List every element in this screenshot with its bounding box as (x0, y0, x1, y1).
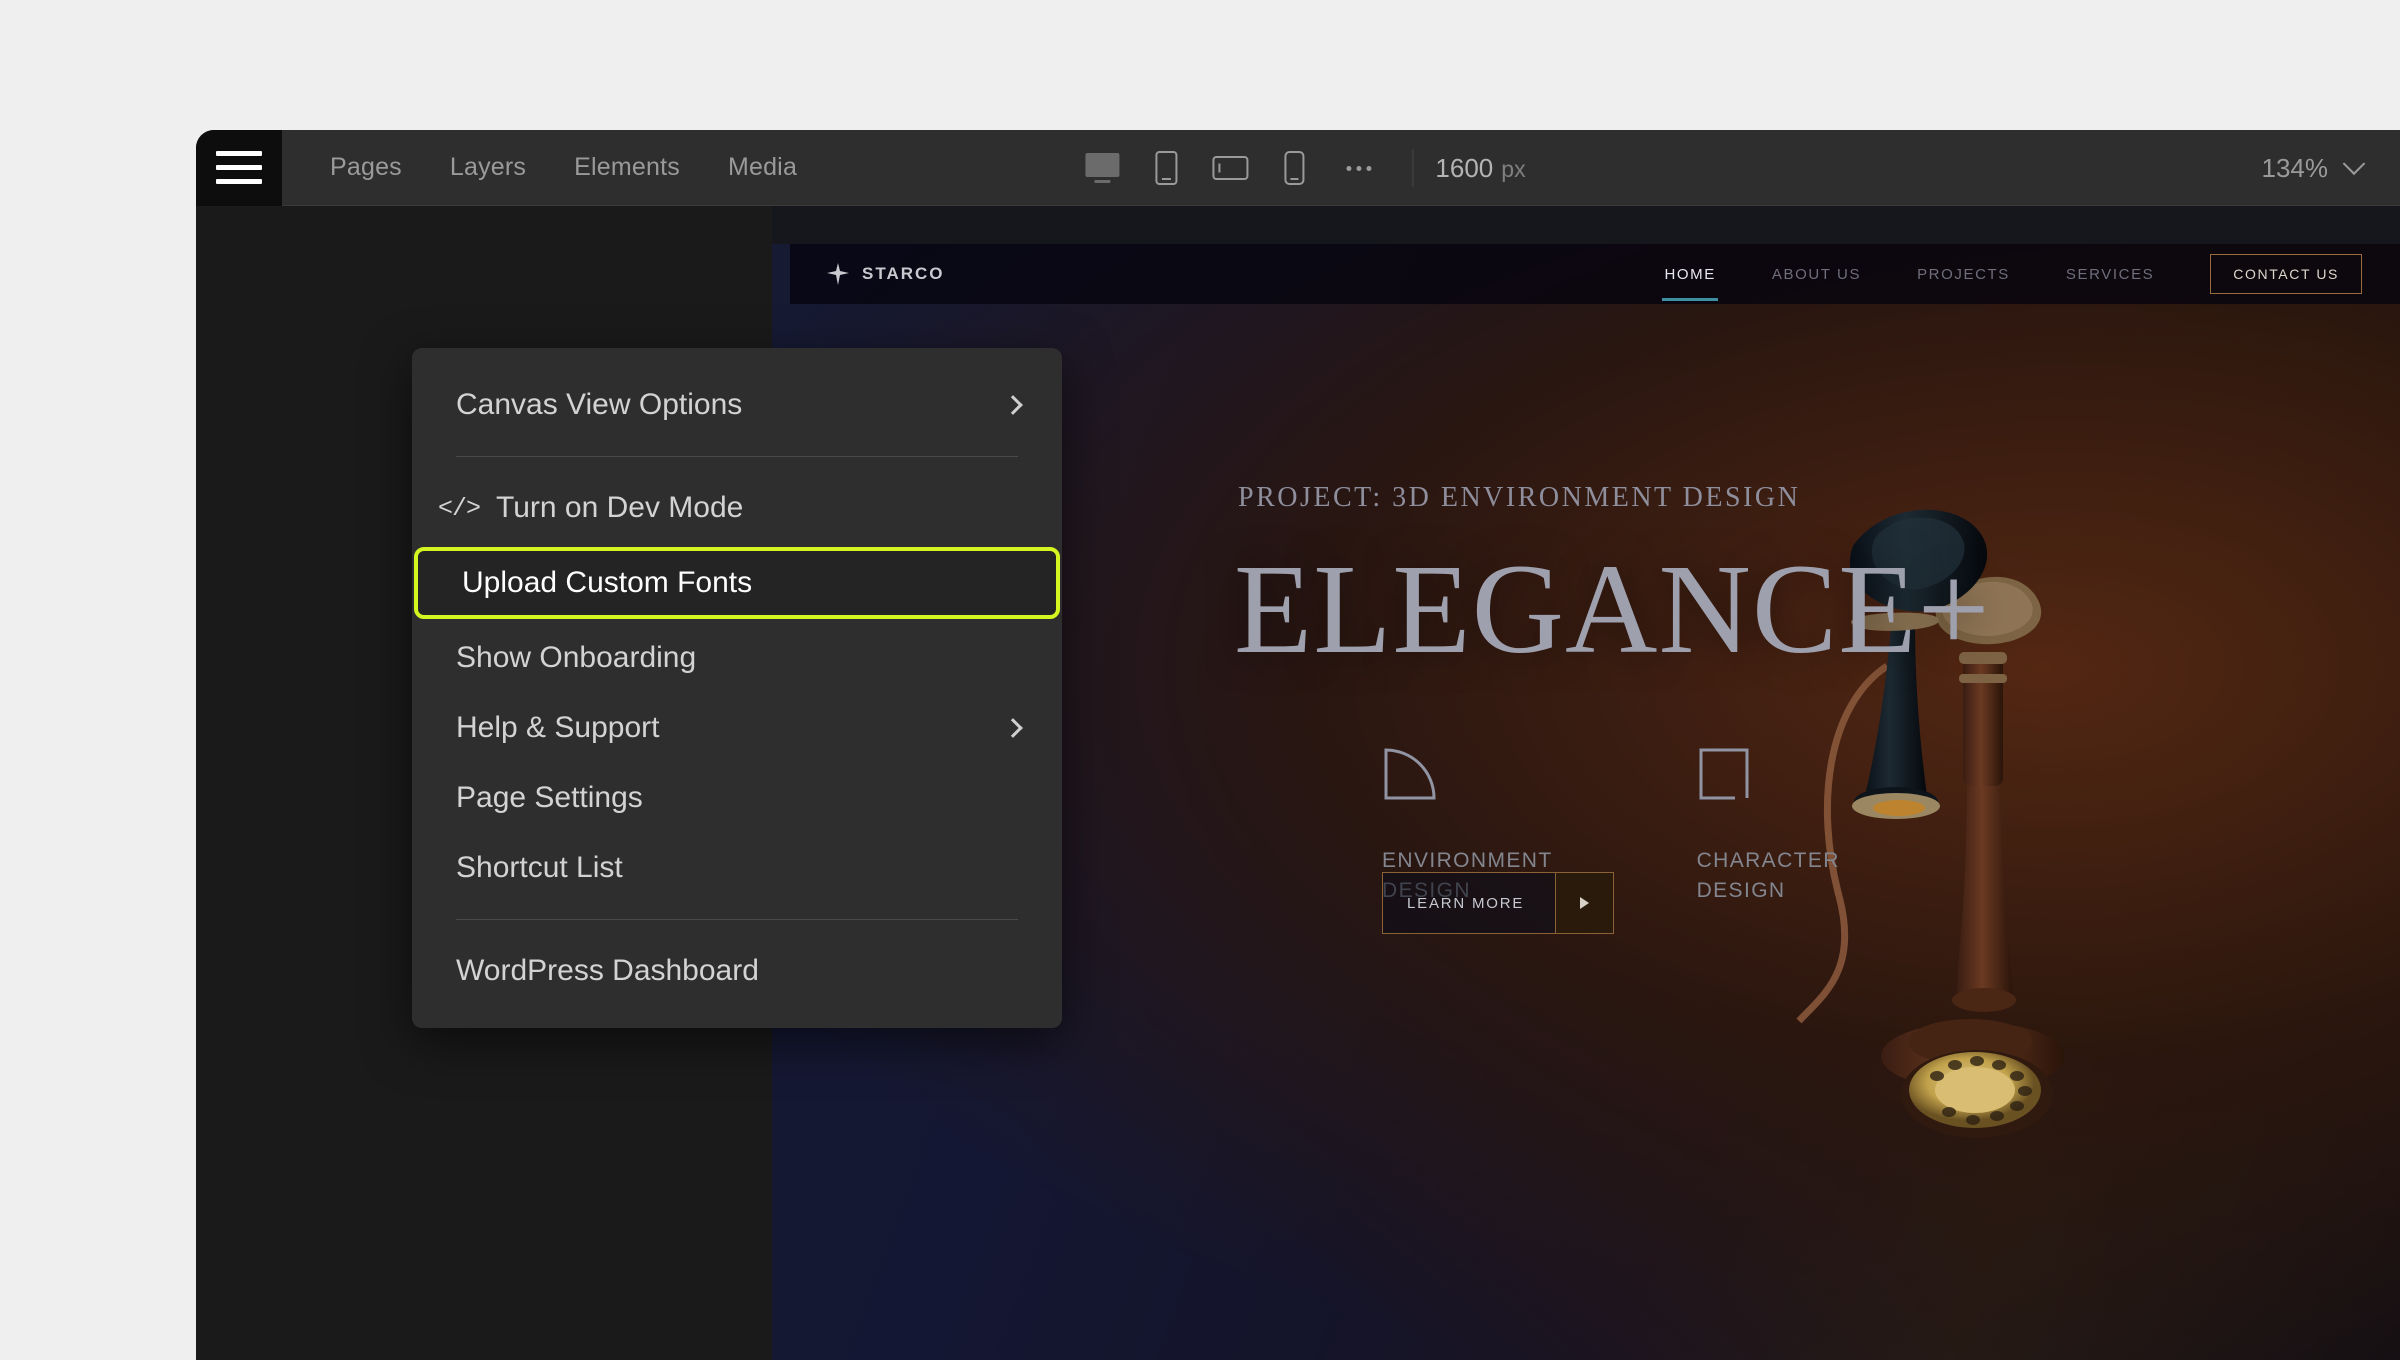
canvas-width-value: 1600 (1435, 152, 1494, 183)
chevron-down-icon[interactable] (2342, 152, 2366, 176)
menu-item-label: Upload Custom Fonts (462, 566, 753, 599)
dot (1355, 165, 1361, 171)
feature-item-character-design[interactable]: CHARACTER DESIGN (1697, 746, 1840, 906)
site-nav-link-projects[interactable]: PROJECTS (1889, 266, 2038, 283)
site-brand-name: STARCO (862, 264, 945, 283)
code-brackets-icon: </> (438, 493, 481, 523)
quarter-circle-icon (1382, 746, 1553, 802)
star-logo-icon (826, 262, 850, 286)
hero-title: ELEGANCE+ (1234, 538, 1991, 680)
tab-elements[interactable]: Elements (550, 153, 704, 182)
arrow-right-glyph (1580, 897, 1589, 909)
site-top-strip (772, 206, 2400, 244)
ellipsis-glyph (1345, 165, 1371, 171)
hamburger-line (216, 165, 262, 170)
app-window: Pages Layers Elements Media 1600 px 134%… (196, 130, 2400, 1360)
site-nav-link-about-us[interactable]: ABOUT US (1744, 266, 1889, 283)
menu-item-wordpress-dashboard[interactable]: WordPress Dashboard (412, 936, 1062, 1006)
contact-us-button[interactable]: CONTACT US (2210, 254, 2362, 294)
menu-item-label: Help & Support (456, 711, 660, 744)
tablet-portrait-glyph (1155, 151, 1178, 185)
menu-item-label: Turn on Dev Mode (496, 491, 744, 524)
learn-more-label: LEARN MORE (1383, 873, 1555, 933)
toolbar-divider (1412, 149, 1414, 187)
page-root: Pages Layers Elements Media 1600 px 134%… (0, 0, 2400, 1360)
canvas-width-field[interactable]: 1600 px (1435, 153, 1525, 184)
canvas-width-unit: px (1501, 155, 1526, 182)
chevron-right-icon (1003, 718, 1023, 738)
learn-more-button[interactable]: LEARN MORE (1382, 872, 1614, 934)
main-dropdown-menu: Canvas View Options </> Turn on Dev Mode… (412, 348, 1062, 1028)
hamburger-icon[interactable] (196, 130, 282, 206)
menu-item-turn-on-dev-mode[interactable]: </> Turn on Dev Mode (412, 473, 1062, 543)
menu-item-label: Page Settings (456, 781, 643, 814)
desktop-screen-shape (1085, 153, 1120, 177)
site-navbar: STARCO HOME ABOUT US PROJECTS SERVICES C… (790, 244, 2400, 304)
dot (1365, 165, 1371, 171)
mobile-glyph (1284, 151, 1305, 185)
tab-pages[interactable]: Pages (306, 153, 426, 182)
menu-item-help-and-support[interactable]: Help & Support (412, 693, 1062, 763)
hamburger-line (216, 151, 262, 156)
menu-item-canvas-view-options[interactable]: Canvas View Options (412, 370, 1062, 440)
arrow-right-icon[interactable] (1555, 873, 1613, 933)
chevron-right-icon (1003, 395, 1023, 415)
top-toolbar: Pages Layers Elements Media 1600 px 134% (196, 130, 2400, 206)
square-outline-icon (1697, 746, 1840, 802)
menu-item-upload-custom-fonts[interactable]: Upload Custom Fonts (414, 547, 1060, 619)
tab-media[interactable]: Media (704, 153, 821, 182)
site-nav-links: HOME ABOUT US PROJECTS SERVICES CONTACT … (1636, 254, 2400, 301)
ellipsis-icon[interactable] (1326, 138, 1390, 198)
toolbar-tabs: Pages Layers Elements Media (306, 153, 821, 182)
hero-kicker: PROJECT: 3D ENVIRONMENT DESIGN (1238, 482, 1801, 513)
menu-item-page-settings[interactable]: Page Settings (412, 763, 1062, 833)
menu-item-shortcut-list[interactable]: Shortcut List (412, 833, 1062, 903)
tablet-portrait-icon[interactable] (1134, 138, 1198, 198)
menu-item-label: Show Onboarding (456, 641, 697, 674)
desktop-stand-shape (1094, 180, 1111, 183)
menu-item-label: Canvas View Options (456, 388, 743, 421)
menu-divider (456, 919, 1018, 920)
feature-label: CHARACTER DESIGN (1696, 849, 1840, 902)
mobile-icon[interactable] (1262, 138, 1326, 198)
site-brand[interactable]: STARCO (826, 262, 945, 286)
device-breakpoint-toolbar: 1600 px (1070, 130, 1526, 206)
zoom-value: 134% (2261, 152, 2329, 183)
desktop-icon[interactable] (1070, 138, 1134, 198)
menu-item-label: WordPress Dashboard (456, 954, 759, 987)
site-nav-link-home[interactable]: HOME (1636, 266, 1743, 301)
menu-item-show-onboarding[interactable]: Show Onboarding (412, 623, 1062, 693)
menu-divider (456, 456, 1018, 457)
tablet-landscape-icon[interactable] (1198, 138, 1262, 198)
zoom-control[interactable]: 134% (2261, 130, 2366, 206)
dot (1345, 165, 1351, 171)
menu-item-label: Shortcut List (456, 851, 623, 884)
site-nav-link-services[interactable]: SERVICES (2038, 266, 2182, 283)
tab-layers[interactable]: Layers (426, 153, 550, 182)
tablet-landscape-glyph (1212, 156, 1249, 180)
hamburger-line (216, 179, 262, 184)
desktop-glyph (1085, 153, 1120, 183)
